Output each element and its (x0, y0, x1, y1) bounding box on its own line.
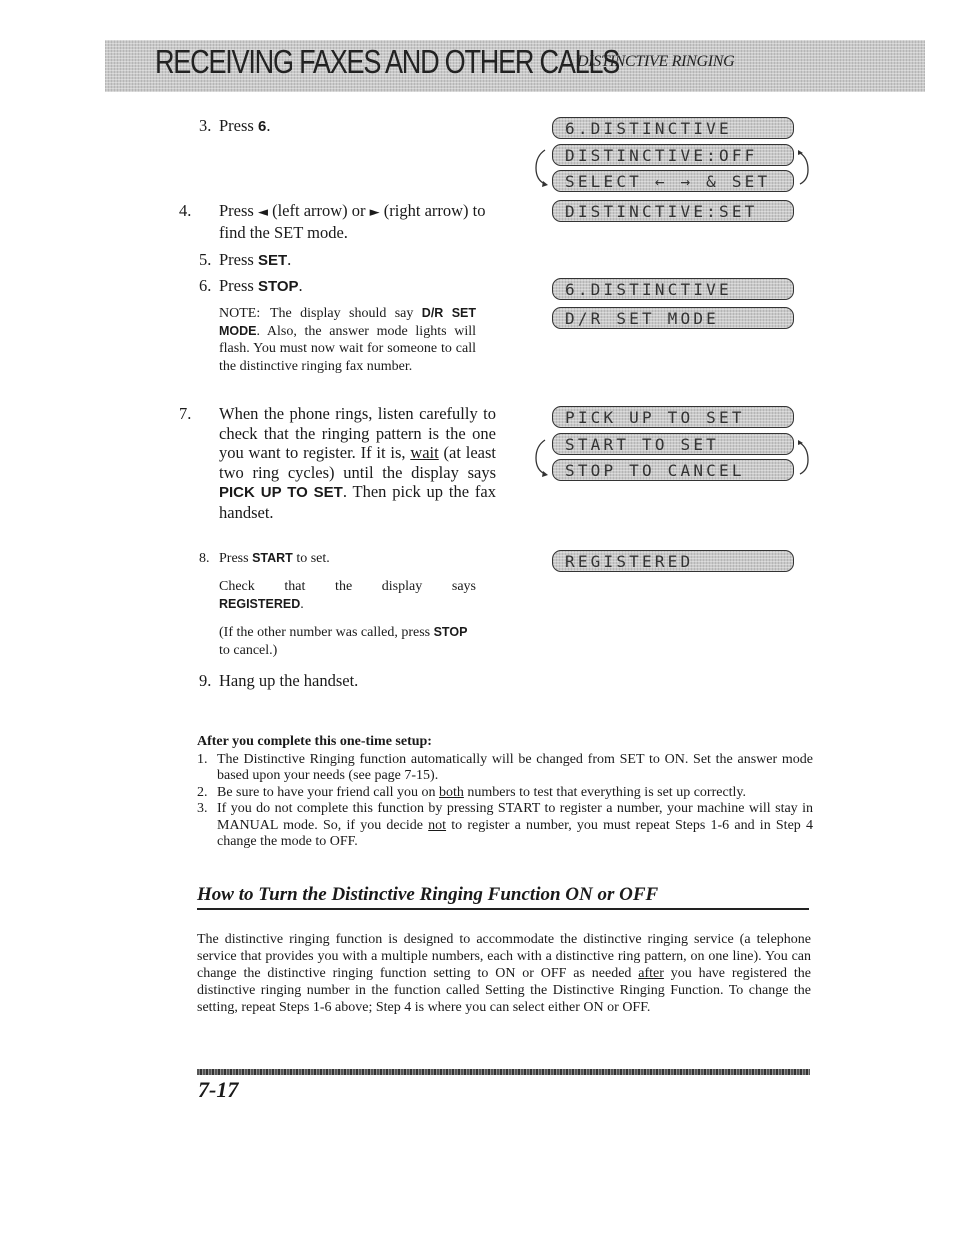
step-text: Press (219, 276, 258, 295)
item-number: 3. (197, 801, 208, 816)
other-number-note: (If the other number was called, press S… (219, 624, 481, 659)
key-label: SET (257, 252, 288, 269)
step-text-end: . (287, 250, 292, 269)
step-text-mid: (left arrow) or (267, 201, 370, 220)
step-text: Press (219, 250, 258, 269)
lcd-display: DISTINCTIVE:SET (552, 200, 794, 222)
step-5: 5. Press SET. (199, 250, 291, 271)
list-item: 1. The Distinctive Ringing function autom… (197, 752, 813, 785)
lcd-text: 6.DISTINCTIVE (565, 119, 732, 138)
lcd-text: D/R SET MODE (565, 309, 719, 328)
item-text-post: numbers to test that everything is set u… (463, 784, 747, 800)
loop-arrow-left-icon (535, 439, 548, 477)
header-band: RECEIVING FAXES AND OTHER CALLS DISTINCT… (105, 40, 925, 92)
step-number: 6. (199, 276, 212, 295)
step-number: 7. (179, 404, 192, 423)
item-number: 2. (197, 784, 208, 800)
section-heading: How to Turn the Distinctive Ringing Func… (197, 884, 809, 910)
lcd-display: 6.DISTINCTIVE (552, 278, 794, 300)
emphasis-text: not (428, 817, 447, 833)
lcd-text: START TO SET (565, 435, 719, 454)
key-label: PICK UP TO SET (219, 484, 343, 501)
list-item: 2. Be sure to have your friend call you o… (197, 785, 813, 802)
emphasis-text: wait (410, 443, 439, 462)
left-arrow-icon: ◄ (257, 205, 268, 220)
check-text-end: . (300, 596, 304, 612)
lcd-display: START TO SET (552, 433, 794, 455)
note-text-post: . Also, the answer mode lights will flas… (219, 323, 476, 374)
lcd-text: REGISTERED (565, 552, 694, 571)
right-arrow-icon: ► (369, 205, 380, 220)
section-body: The distinctive ringing function is desi… (197, 931, 811, 1016)
section-title: DISTINCTIVE RINGING (577, 53, 735, 70)
note-body: The display should say D/R SET MODE. Als… (219, 305, 476, 375)
step-text-end: . (298, 276, 303, 295)
lcd-display: SELECT ← → & SET (552, 170, 794, 192)
step-6: 6. Press STOP. (199, 276, 303, 297)
other-text-end: to cancel.) (219, 642, 278, 658)
note-text: The display should say (270, 306, 422, 321)
step-text: Press (219, 201, 258, 220)
step-7: 7. When the phone rings, listen carefully… (179, 404, 496, 522)
emphasis-text: after (638, 966, 664, 981)
footer-rule (197, 1069, 810, 1075)
step-text-end: to set. (292, 551, 330, 566)
step-text: Press (219, 116, 258, 135)
loop-arrow-right-icon (798, 150, 809, 185)
lcd-text: PICK UP TO SET (565, 408, 745, 427)
item-text: The Distinctive Ringing function automat… (217, 751, 813, 784)
lcd-display: REGISTERED (552, 550, 794, 572)
lcd-text: DISTINCTIVE:SET (565, 202, 758, 221)
lcd-display: PICK UP TO SET (552, 406, 794, 428)
step-text-end: . (266, 116, 271, 135)
lcd-text: DISTINCTIVE:OFF (565, 146, 758, 165)
step-9: 9. Hang up the handset. (199, 671, 358, 691)
step-number: 5. (199, 250, 212, 269)
emphasis-text: both (439, 784, 464, 800)
step-4: 4. Press ◄ (left arrow) or ► (right arrow… (179, 201, 504, 242)
item-number: 1. (197, 751, 208, 767)
page-number: 7-17 (198, 1077, 239, 1102)
item-text: Be sure to have your friend call you on (217, 784, 439, 800)
after-setup: After you complete this one-time setup: … (197, 734, 813, 851)
lcd-display: STOP TO CANCEL (552, 459, 794, 481)
key-label: STOP (433, 625, 468, 639)
lcd-display: D/R SET MODE (552, 307, 794, 329)
lcd-display: 6.DISTINCTIVE (552, 117, 794, 139)
step-3: 3. Press 6. (199, 116, 270, 137)
key-label: STOP (257, 278, 299, 295)
check-text: Check that the display says (219, 579, 476, 594)
step-number: 8. (199, 551, 210, 566)
chapter-title: RECEIVING FAXES AND OTHER CALLS (155, 43, 620, 80)
step-number: 3. (199, 116, 212, 135)
step-text: Hang up the handset. (219, 671, 359, 690)
step-8: 8. Press START to set. (199, 550, 330, 568)
key-label: REGISTERED (219, 596, 301, 611)
step-number: 4. (179, 201, 192, 220)
lcd-text: SELECT ← → & SET (565, 172, 771, 191)
lcd-display: DISTINCTIVE:OFF (552, 144, 794, 166)
other-text: (If the other number was called, press (219, 625, 434, 640)
lcd-text: STOP TO CANCEL (565, 461, 745, 480)
loop-arrow-right-icon (798, 440, 809, 475)
step-text: Press (219, 551, 253, 566)
list-item: 3. If you do not complete this function b… (197, 801, 813, 851)
check-display: Check that the display says REGISTERED. (219, 578, 476, 613)
key-label: START (252, 551, 293, 565)
after-setup-list: 1. The Distinctive Ringing function autom… (197, 752, 813, 851)
lcd-text: 6.DISTINCTIVE (565, 280, 732, 299)
after-setup-heading: After you complete this one-time setup: (197, 734, 432, 749)
loop-arrow-left-icon (535, 149, 548, 187)
step-number: 9. (199, 671, 212, 690)
note: NOTE: The display should say D/R SET MOD… (219, 305, 476, 375)
